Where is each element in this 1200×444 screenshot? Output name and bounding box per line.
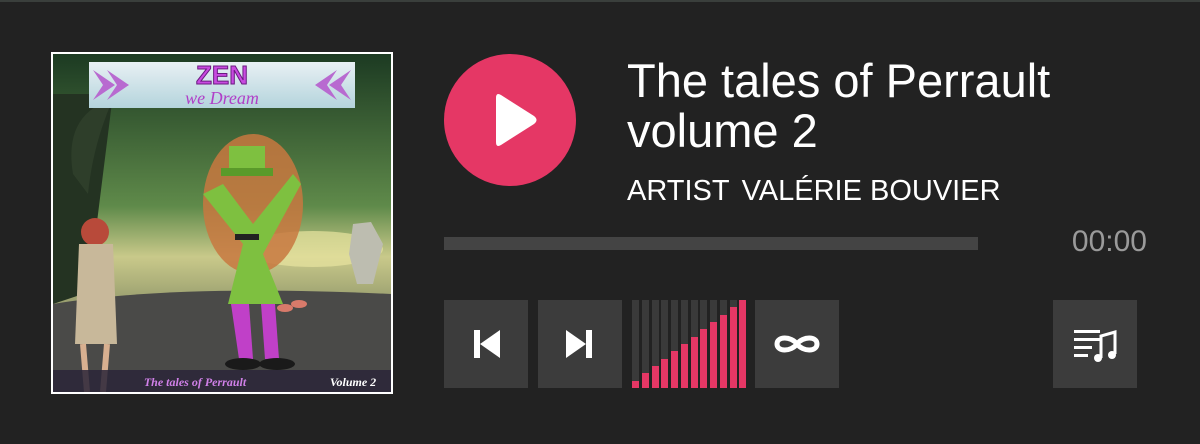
- volume-step[interactable]: [729, 300, 737, 388]
- next-button[interactable]: [538, 300, 622, 388]
- playlist-icon: [1074, 330, 1117, 362]
- album-cover: ZEN we Dream The tales of Perrault Volum…: [51, 52, 393, 394]
- volume-step[interactable]: [632, 300, 639, 388]
- volume-step[interactable]: [690, 300, 698, 388]
- track-title: The tales of Perrault volume 2: [627, 54, 1051, 157]
- volume-step[interactable]: [700, 300, 708, 388]
- volume-step-fill: [739, 300, 747, 388]
- volume-step-fill: [632, 381, 639, 388]
- progress-bar[interactable]: [444, 237, 978, 250]
- time-display: 00:00: [1071, 225, 1147, 258]
- skip-next-icon: [566, 330, 592, 358]
- skip-previous-icon: [474, 330, 500, 358]
- artist-label: ARTIST: [627, 175, 730, 207]
- cover-footer-title: The tales of Perrault: [144, 375, 247, 389]
- cover-footer-volume: Volume 2: [330, 375, 376, 389]
- artist-name: VALÉRIE BOUVIER: [741, 175, 1001, 207]
- volume-control[interactable]: [632, 300, 747, 388]
- play-button[interactable]: [444, 54, 576, 186]
- volume-step[interactable]: [651, 300, 659, 388]
- cover-subheading: we Dream: [185, 88, 259, 108]
- volume-step-fill: [651, 366, 659, 388]
- volume-step[interactable]: [739, 300, 747, 388]
- playlist-button[interactable]: [1053, 300, 1137, 388]
- loop-button[interactable]: [755, 300, 839, 388]
- album-art-image: ZEN we Dream The tales of Perrault Volum…: [53, 54, 391, 392]
- volume-step-fill: [700, 329, 708, 388]
- volume-step-fill: [680, 344, 688, 388]
- previous-button[interactable]: [444, 300, 528, 388]
- cover-heading: ZEN: [196, 60, 248, 90]
- volume-step-fill: [690, 337, 698, 388]
- volume-step-fill: [729, 307, 737, 388]
- volume-step-fill: [719, 315, 727, 388]
- volume-step[interactable]: [661, 300, 669, 388]
- volume-step[interactable]: [719, 300, 727, 388]
- volume-step-fill: [671, 351, 678, 388]
- volume-step[interactable]: [710, 300, 717, 388]
- volume-step[interactable]: [671, 300, 678, 388]
- volume-step[interactable]: [641, 300, 649, 388]
- artist-line: ARTIST VALÉRIE BOUVIER: [627, 174, 1013, 208]
- volume-step-fill: [661, 359, 669, 388]
- audio-player: ZEN we Dream The tales of Perrault Volum…: [0, 0, 1200, 444]
- play-icon: [496, 94, 537, 146]
- volume-step-fill: [641, 373, 649, 388]
- volume-step[interactable]: [680, 300, 688, 388]
- loop-icon: [774, 335, 820, 353]
- volume-step-fill: [710, 322, 717, 388]
